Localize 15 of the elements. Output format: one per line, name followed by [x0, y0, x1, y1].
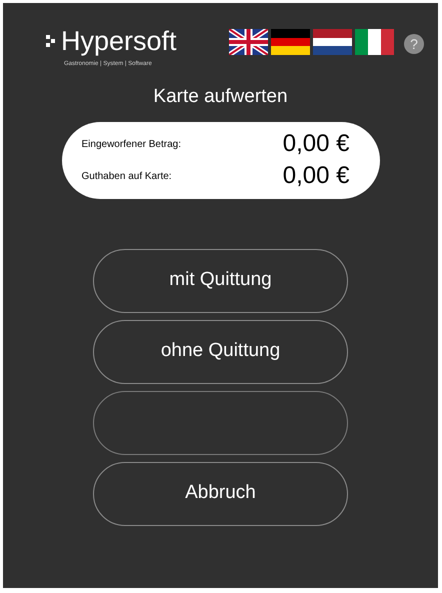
blank-button[interactable]	[93, 390, 348, 454]
amount-value: 0,00 €	[282, 130, 350, 158]
uk-flag-icon[interactable]	[229, 29, 268, 55]
action-button[interactable]: mit Quittung	[93, 248, 348, 312]
italian-flag-icon[interactable]	[355, 29, 394, 55]
action-button[interactable]: ohne Quittung	[93, 320, 348, 384]
logo-text: Hypersoft	[61, 25, 177, 57]
action-button[interactable]: Abbruch	[93, 462, 348, 526]
amount-label: Eingeworfener Betrag:	[82, 138, 182, 152]
screen-title: Karte aufwerten	[152, 85, 289, 109]
amount-value: 0,00 €	[282, 162, 350, 190]
amount-label: Guthaben auf Karte:	[82, 170, 172, 184]
dutch-flag-icon[interactable]	[313, 29, 352, 55]
logo-icon	[46, 35, 56, 47]
german-flag-icon[interactable]	[271, 29, 310, 55]
